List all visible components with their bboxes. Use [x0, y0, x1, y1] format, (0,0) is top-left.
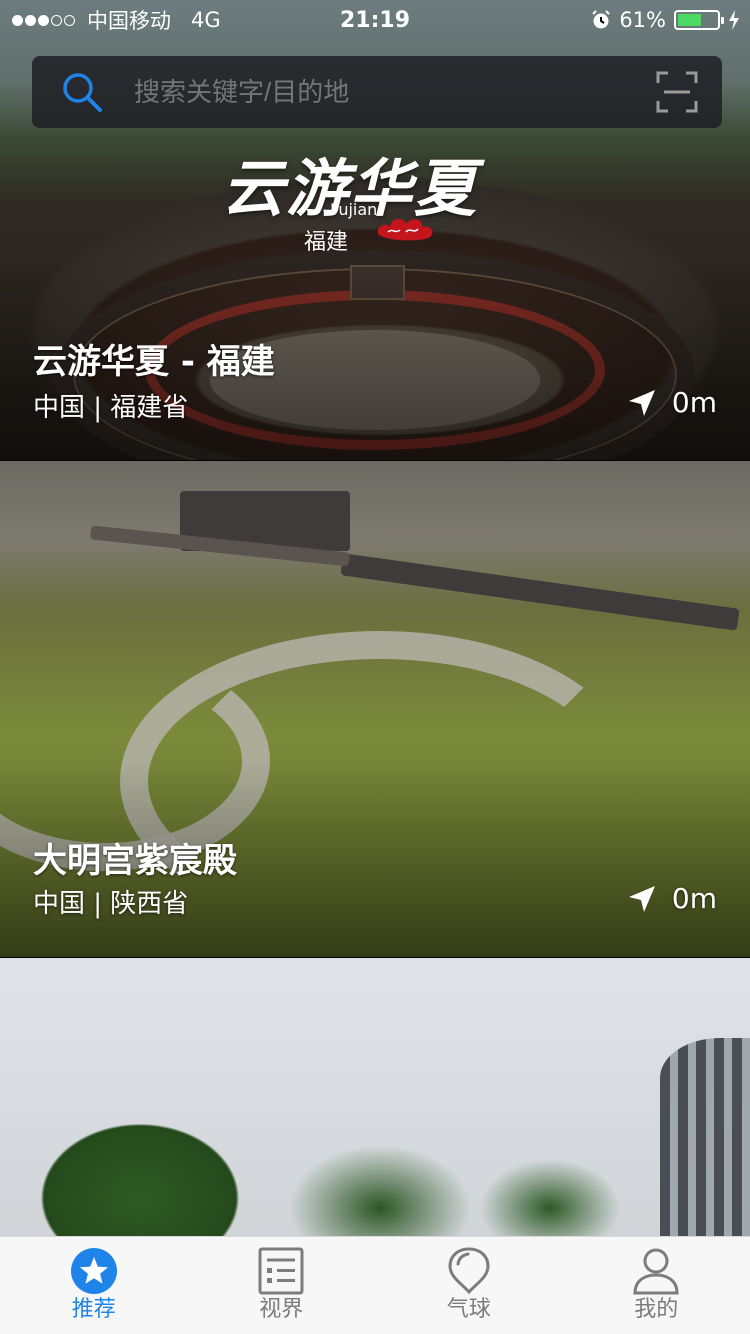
- battery-icon: [674, 10, 724, 30]
- carrier-name: 中国移动: [87, 9, 171, 33]
- status-bar: 中国移动 4G 21:19 61%: [0, 0, 750, 40]
- search-bar[interactable]: [32, 56, 722, 128]
- logo-en: Fujian: [330, 200, 378, 219]
- card-title: 云游华夏 - 福建: [33, 342, 275, 382]
- building-image: [660, 1038, 750, 1258]
- signal-strength-icon: [12, 14, 75, 26]
- tab-bar: 推荐 视界 气球 我的: [0, 1236, 750, 1334]
- tab-mine[interactable]: 我的: [563, 1237, 750, 1334]
- logo-sub: 福建: [304, 230, 349, 255]
- star-icon: [70, 1247, 118, 1295]
- card-distance: 0m: [628, 386, 717, 419]
- navigation-arrow-icon: [628, 389, 655, 416]
- clock: 21:19: [339, 7, 411, 33]
- tab-label: 推荐: [71, 1297, 116, 1322]
- card-location: 中国 | 福建省: [33, 393, 189, 423]
- distance-value: 0m: [671, 386, 717, 419]
- charging-icon: [729, 10, 739, 30]
- distance-value: 0m: [671, 882, 717, 915]
- card-location: 中国 | 陕西省: [33, 889, 189, 919]
- corridor-roof: [340, 553, 740, 631]
- signal-dot: [51, 14, 62, 26]
- battery-percent: 61%: [619, 8, 666, 32]
- scan-icon[interactable]: [656, 71, 698, 113]
- status-left: 中国移动 4G: [12, 5, 221, 35]
- destination-card-daminggong[interactable]: 大明宫紫宸殿 中国 | 陕西省 0m: [0, 461, 750, 957]
- list-icon: [257, 1247, 305, 1295]
- tab-recommend[interactable]: 推荐: [0, 1237, 188, 1334]
- tab-label: 我的: [634, 1297, 679, 1322]
- destination-card-3[interactable]: [0, 958, 750, 1258]
- card-title: 大明宫紫宸殿: [33, 841, 237, 881]
- signal-dot: [25, 14, 36, 26]
- tab-balloon[interactable]: 气球: [375, 1237, 563, 1334]
- search-input[interactable]: [134, 76, 656, 108]
- card-distance: 0m: [628, 882, 717, 915]
- person-icon: [632, 1247, 680, 1295]
- search-icon[interactable]: [60, 70, 104, 114]
- signal-dot: [38, 14, 49, 26]
- signal-dot: [64, 14, 75, 26]
- tab-label: 气球: [446, 1297, 491, 1322]
- balloon-icon: [445, 1247, 493, 1295]
- battery-fill: [678, 14, 702, 26]
- status-right: 61%: [591, 8, 740, 32]
- network-type: 4G: [191, 8, 221, 32]
- alarm-icon: [592, 10, 611, 29]
- signal-dot: [12, 14, 23, 26]
- navigation-arrow-icon: [628, 885, 655, 912]
- tab-vision[interactable]: 视界: [188, 1237, 376, 1334]
- card-logo: 云游华夏 Fujian 福建: [222, 128, 512, 258]
- tab-label: 视界: [259, 1297, 304, 1322]
- cloud-seal-icon: [377, 218, 433, 241]
